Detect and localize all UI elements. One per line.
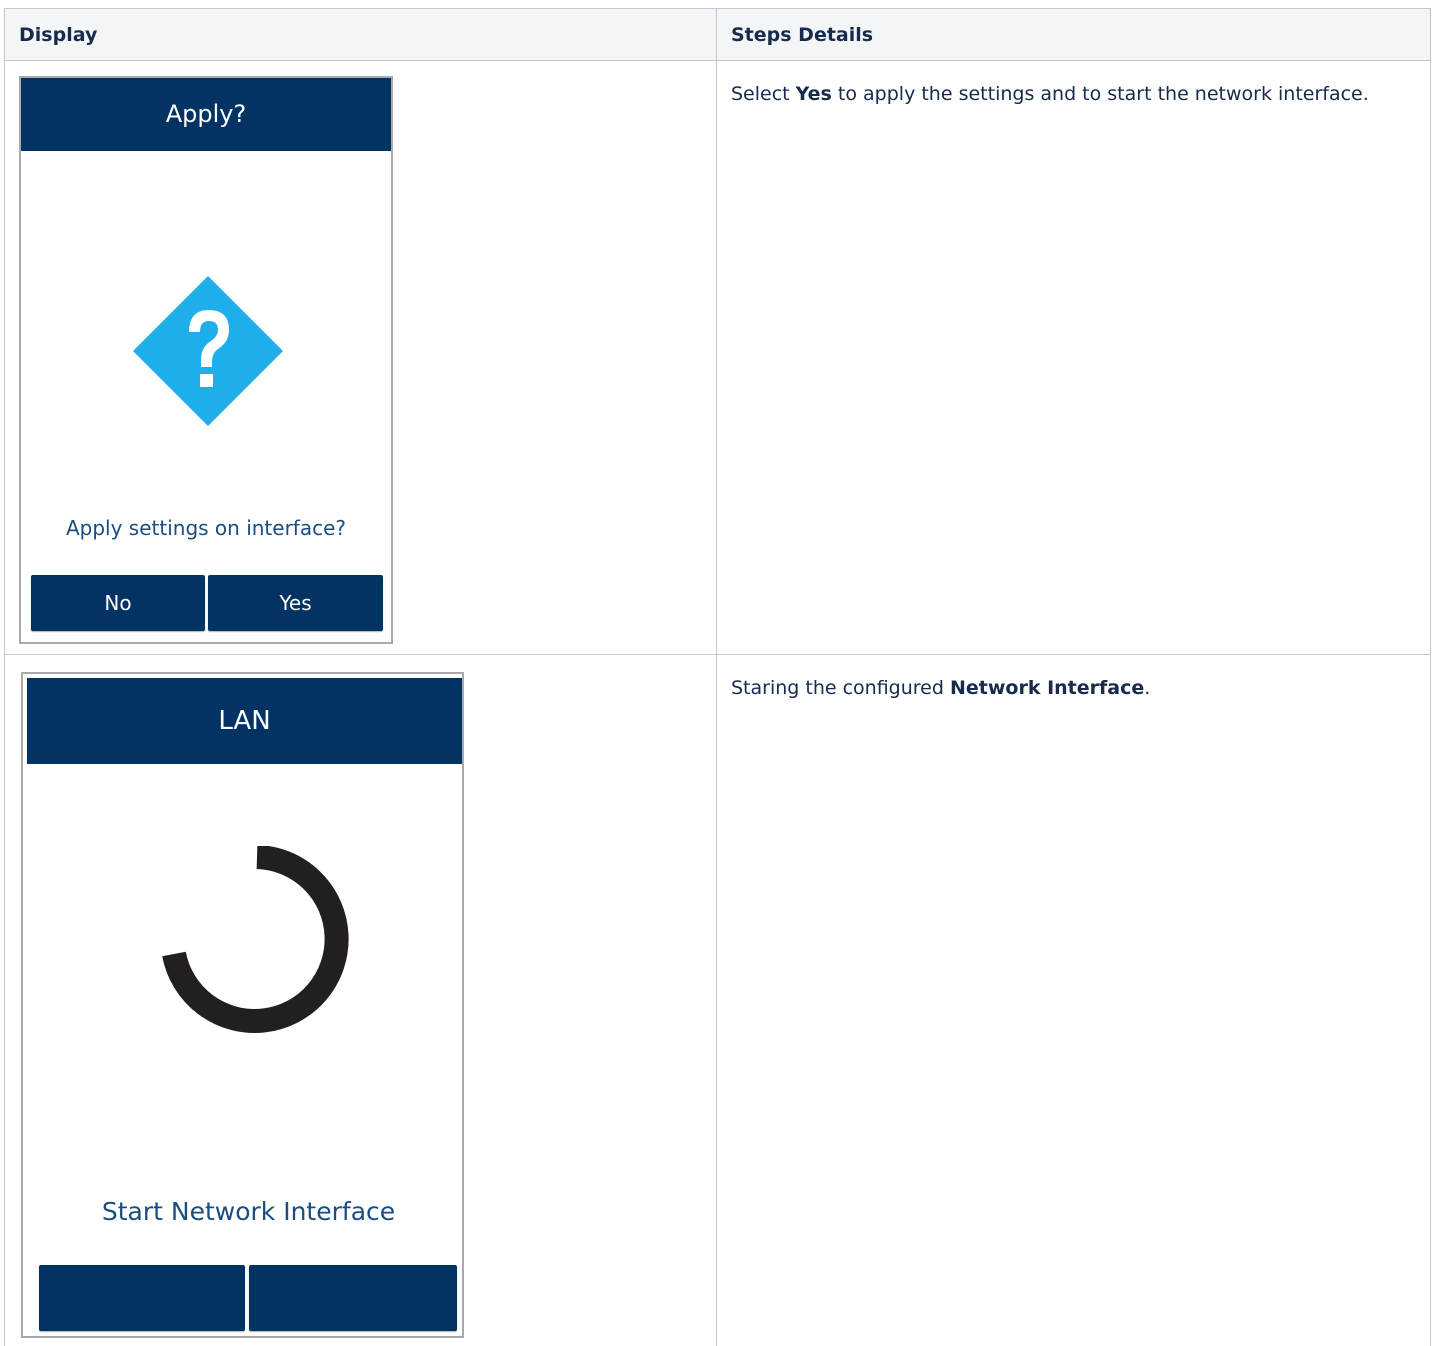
loading-spinner-icon [162, 846, 349, 1033]
details-text-pre: Select [731, 83, 796, 105]
yes-button[interactable]: Yes [208, 575, 383, 631]
header-steps-details: Steps Details [716, 8, 1431, 61]
table-header-row: Display Steps Details [4, 8, 1431, 61]
device-message: Apply settings on interface? [65, 516, 347, 540]
table-row: Apply? Apply settings on interface? No Y… [4, 60, 1431, 655]
device-screen-lan: LAN Start Network Interface [21, 672, 464, 1338]
details-text-post: to apply the settings and to start the n… [831, 83, 1369, 105]
header-display: Display [4, 8, 717, 61]
details-text-bold: Network Interface [949, 677, 1145, 699]
details-cell: Select Yes to apply the settings and to … [716, 60, 1431, 655]
details-cell: Staring the configured Network Interface… [716, 654, 1431, 1346]
right-soft-button[interactable] [249, 1265, 457, 1331]
left-soft-button[interactable] [39, 1265, 245, 1331]
details-text-post: . [1144, 677, 1151, 699]
step-details-text: Select Yes to apply the settings and to … [717, 61, 1430, 107]
display-cell: LAN Start Network Interface [4, 654, 717, 1346]
steps-table: Display Steps Details Apply? Apply setti… [4, 8, 1431, 1346]
device-title: Apply? [21, 78, 391, 151]
table-row: LAN Start Network Interface Staring the … [4, 654, 1431, 1346]
device-title: LAN [27, 678, 462, 764]
details-text-bold: Yes [795, 83, 832, 105]
question-diamond-icon [133, 276, 283, 426]
step-details-text: Staring the configured Network Interface… [717, 655, 1430, 701]
no-button[interactable]: No [31, 575, 205, 631]
page: Display Steps Details Apply? Apply setti… [0, 0, 1435, 1346]
details-text-pre: Staring the configured [731, 677, 950, 699]
display-cell: Apply? Apply settings on interface? No Y… [4, 60, 717, 655]
device-screen-apply: Apply? Apply settings on interface? No Y… [19, 76, 393, 644]
device-message: Start Network Interface [101, 1197, 396, 1226]
